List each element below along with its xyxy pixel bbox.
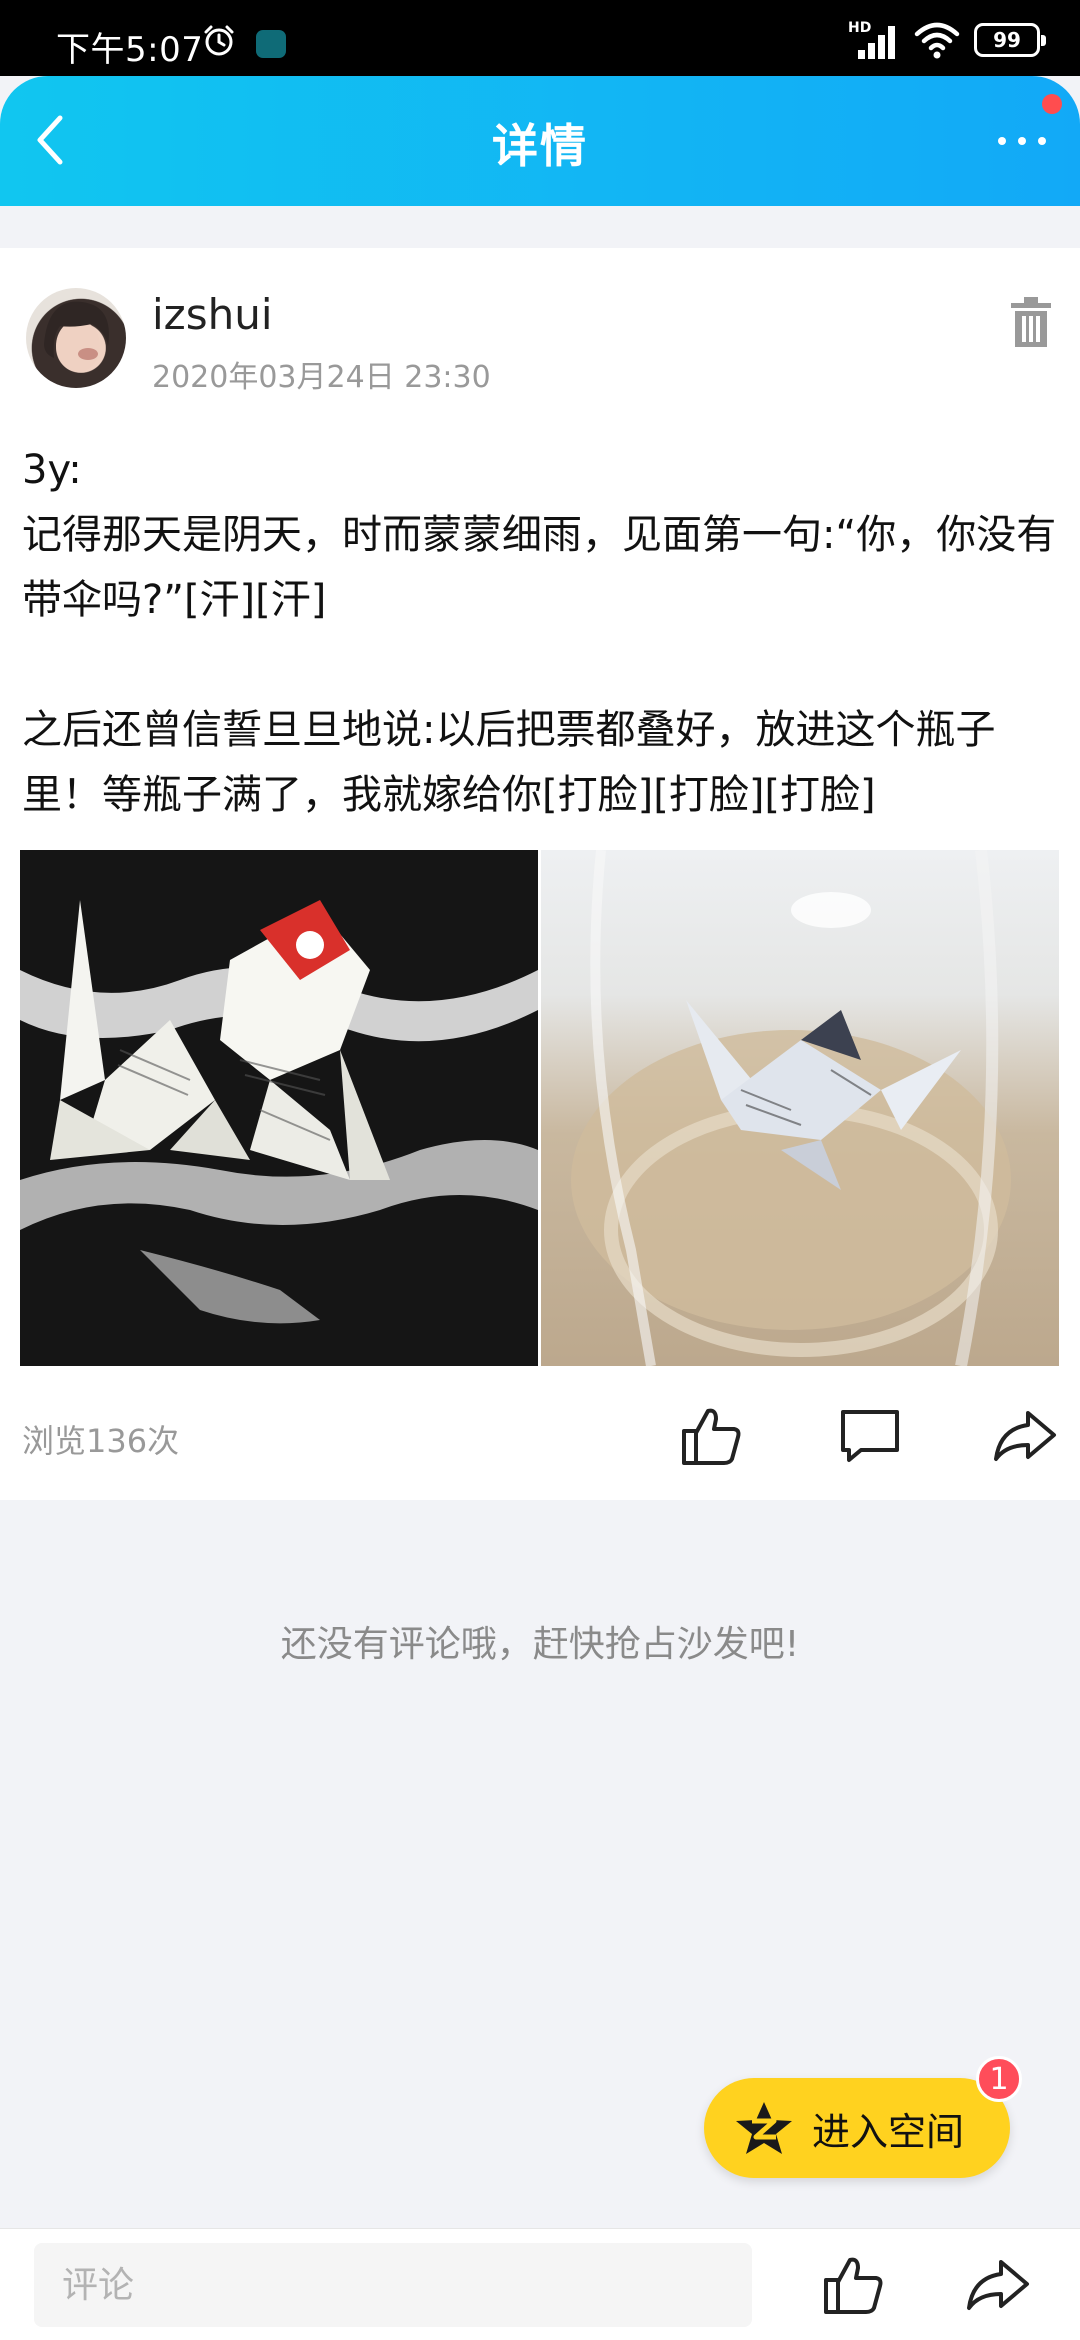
post-timestamp: 2020年03月24日 23:30 (152, 360, 491, 395)
status-bar: 下午5:07 HD 99 (0, 0, 1080, 76)
bottom-comment-bar (0, 2228, 1080, 2340)
status-indicators: HD 99 (848, 18, 1046, 62)
battery-tip (1041, 35, 1046, 46)
thumbs-up-icon (824, 2257, 883, 2314)
more-icon-dot (1038, 137, 1046, 145)
notification-badge: 1 (976, 2056, 1022, 2102)
notification-dot (1042, 94, 1062, 114)
status-time: 下午5:07 (56, 30, 204, 70)
author-name[interactable]: izshui (152, 290, 273, 339)
alarm-icon (204, 25, 234, 56)
comment-button[interactable] (830, 1398, 910, 1474)
more-icon (998, 137, 1006, 145)
photo-crane-in-jar (571, 850, 1011, 1366)
battery-level: 99 (993, 28, 1021, 52)
bottom-like-button[interactable] (814, 2247, 894, 2323)
like-button[interactable] (672, 1398, 752, 1474)
network-label: HD (848, 20, 872, 36)
battery-icon: 99 (974, 23, 1046, 57)
wifi-icon (914, 22, 960, 59)
post-image-2[interactable] (541, 850, 1059, 1366)
bottom-share-button[interactable] (958, 2247, 1038, 2323)
post-text: 3y: 记得那天是阴天，时而蒙蒙细雨，见面第一句:“你，你没有带伞吗?”[汗][… (22, 447, 1057, 818)
enter-space-label: 进入空间 (812, 2109, 965, 2154)
nav-bar: 详情 (0, 76, 1080, 206)
share-icon (994, 1411, 1056, 1461)
comment-input[interactable] (34, 2243, 752, 2327)
post-image-1[interactable] (20, 850, 538, 1366)
share-icon (967, 2260, 1029, 2310)
delete-button[interactable] (996, 288, 1066, 358)
empty-comments-text: 还没有评论哦，赶快抢占沙发吧! (280, 1624, 800, 1665)
qzone-star-icon (736, 2102, 792, 2154)
more-icon-dot (1018, 137, 1026, 145)
app-notification-icon (256, 30, 286, 58)
share-button[interactable] (985, 1398, 1065, 1474)
post-card: izshui 2020年03月24日 23:30 3y: 记得那天是阴天，时而蒙… (0, 248, 1080, 1500)
enter-space-button[interactable]: 进入空间 (704, 2078, 1010, 2178)
photo-paper-cranes (20, 900, 538, 1324)
thumbs-up-icon (682, 1408, 741, 1465)
avatar[interactable] (26, 288, 126, 388)
trash-icon (1011, 297, 1051, 347)
view-count: 浏览136次 (22, 1422, 180, 1460)
signal-icon: HD (848, 20, 900, 60)
page-title: 详情 (492, 119, 588, 173)
more-button[interactable] (982, 106, 1062, 176)
comment-icon (841, 1410, 899, 1462)
